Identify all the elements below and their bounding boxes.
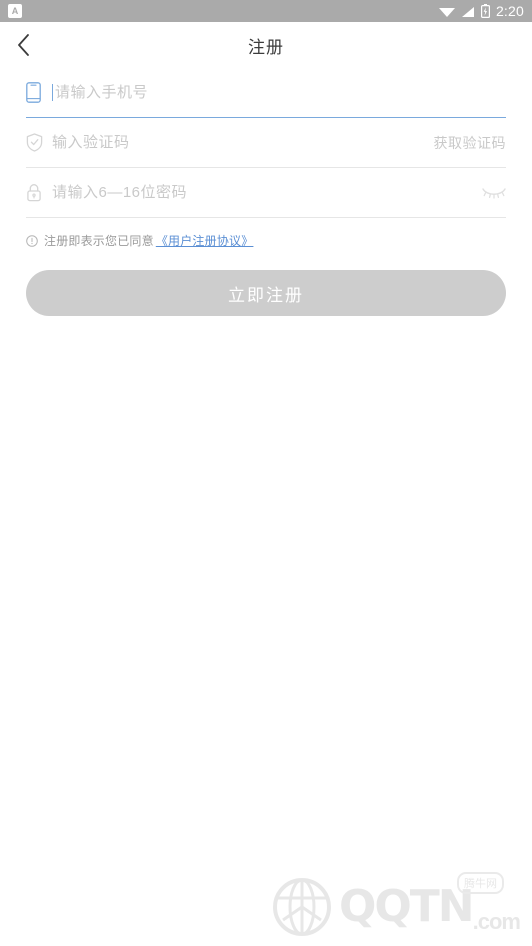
shield-check-icon [26,133,52,152]
chevron-left-icon [17,34,29,56]
agreement-row: 注册即表示您已同意 《用户注册协议》 [26,232,506,249]
app-badge-glyph: A [11,5,19,16]
verification-code-input[interactable] [52,134,424,151]
password-input[interactable] [52,184,472,201]
verification-code-field-row[interactable]: 获取验证码 [26,118,506,168]
status-bar-clock: 2:20 [495,3,524,19]
user-agreement-link[interactable]: 《用户注册协议》 [156,232,254,249]
globe-logo-icon [272,878,331,936]
agreement-text: 注册即表示您已同意 [44,234,154,248]
info-circle-icon [26,234,38,247]
status-bar: A 2:20 [0,0,532,22]
register-submit-button[interactable]: 立即注册 [26,270,506,316]
text-cursor [52,84,53,101]
watermark-brand: QQTN [338,881,475,932]
registration-form: 获取验证码 [0,68,532,316]
battery-charging-icon [480,4,490,18]
watermark-suffix: .com [472,909,521,934]
mobile-phone-icon [26,82,52,103]
password-field-row[interactable] [26,168,506,218]
wifi-icon [438,7,455,17]
app-notification-icon: A [8,4,22,18]
phone-field-row[interactable] [26,68,506,118]
page-title: 注册 [248,37,284,57]
lock-icon [26,183,52,202]
title-bar: 注册 [0,22,532,68]
get-verification-code-button[interactable]: 获取验证码 [424,133,507,153]
eye-off-icon [482,187,506,199]
toggle-password-visibility-button[interactable] [472,187,506,199]
phone-input[interactable] [55,84,506,101]
back-button[interactable] [0,22,46,68]
signal-icon [461,6,474,17]
site-watermark: QQTN .com 腾牛网 [269,872,521,938]
watermark-badge: 腾牛网 [457,872,504,894]
status-bar-left: A [8,4,22,18]
status-bar-right: 2:20 [438,3,524,19]
